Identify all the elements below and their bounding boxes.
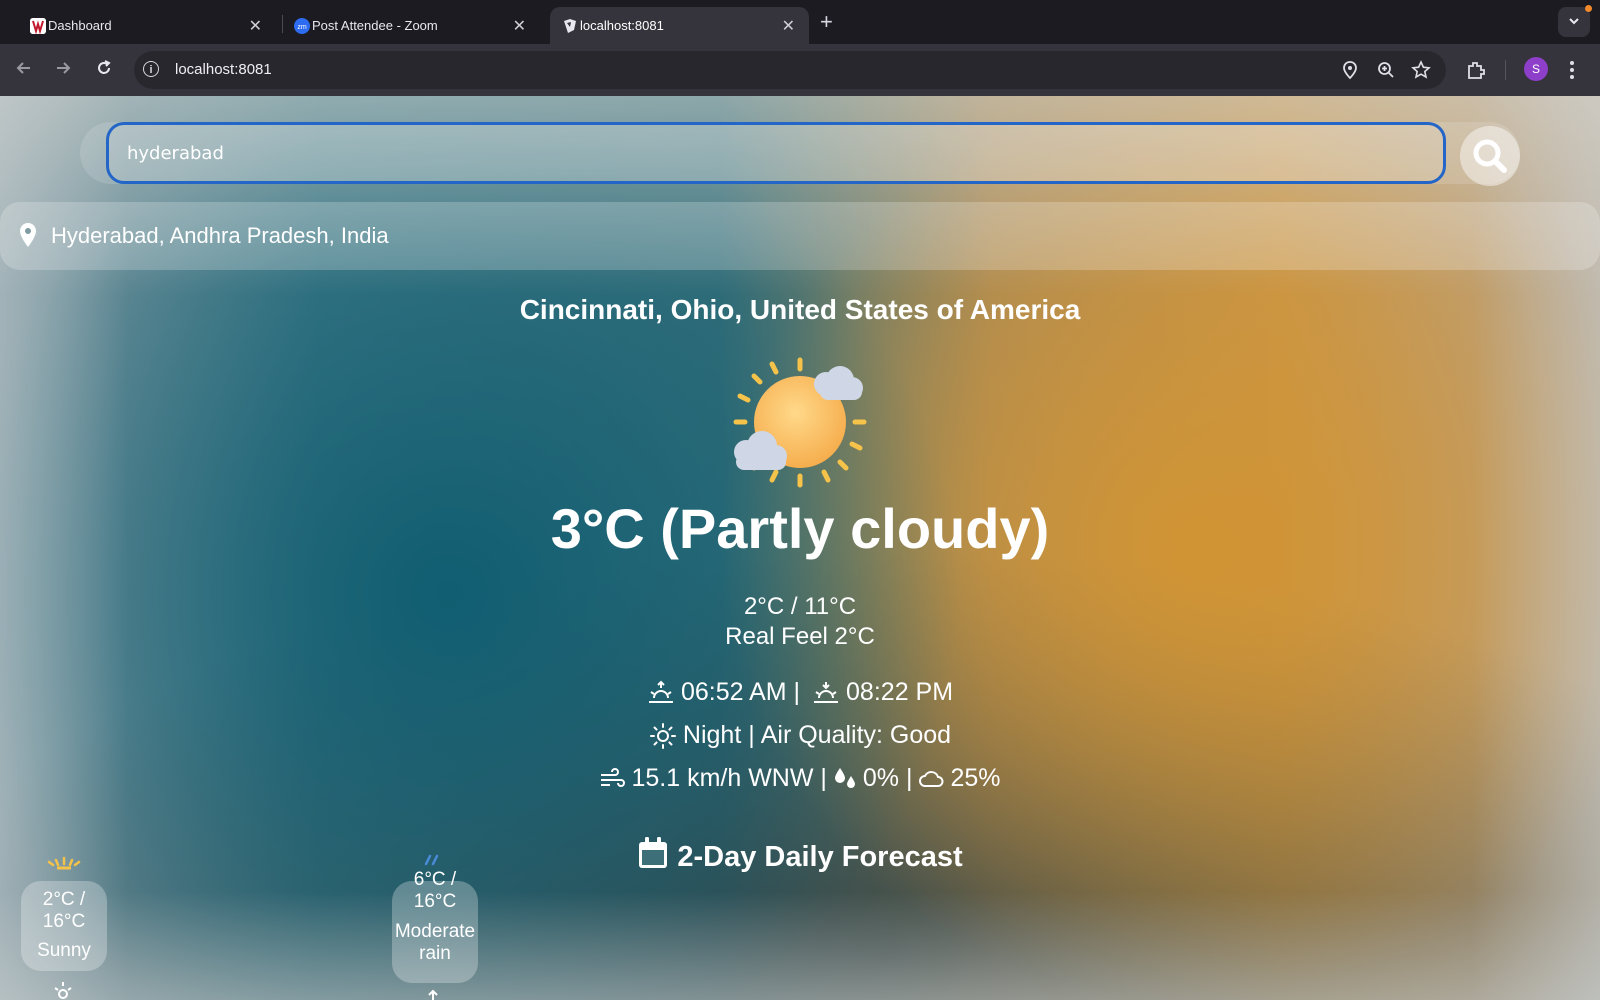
tab-zoom[interactable]: zm Post Attendee - Zoom ✕ [282, 7, 540, 44]
real-feel: Real Feel 2°C [725, 623, 875, 650]
tab-title: localhost:8081 [580, 18, 664, 33]
map-pin-icon [18, 222, 38, 253]
conditions-row: 15.1 km/h WNW | 0% | 25% [0, 764, 1600, 793]
reload-button[interactable] [94, 58, 114, 84]
city-search-input[interactable] [106, 122, 1446, 184]
forecast-day-card[interactable]: 6°C / 16°C Moderate rain [392, 869, 478, 983]
svg-text:zm: zm [297, 24, 307, 31]
forecast-day-card[interactable]: 2°C / 16°C Sunny [21, 881, 107, 971]
tab-title: Dashboard [48, 18, 112, 33]
search-button[interactable] [1460, 126, 1520, 186]
arrow-left-icon [16, 62, 30, 74]
toolbar-divider [1505, 60, 1506, 80]
weather-app: Hyderabad, Andhra Pradesh, India Cincinn… [0, 96, 1600, 1000]
zoom-icon[interactable] [1376, 60, 1396, 85]
forecast-day-condition: Sunny [37, 940, 91, 961]
forward-button[interactable] [53, 58, 73, 84]
droplets-icon [833, 766, 857, 792]
browser-tab-bar: Dashboard ✕ zm Post Attendee - Zoom ✕ lo… [0, 0, 1600, 44]
status-row: Night | Air Quality: Good [0, 721, 1600, 750]
sunset-time: 08:22 PM [846, 678, 954, 706]
tab-dashboard[interactable]: Dashboard ✕ [18, 7, 276, 44]
calendar-icon [637, 836, 669, 878]
profile-avatar[interactable]: S [1524, 57, 1548, 81]
sun-times-row: 06:52 AM | 08:22 PM [0, 678, 1600, 707]
partly-cloudy-icon [730, 354, 870, 495]
close-tab-icon[interactable]: ✕ [249, 16, 262, 36]
chevron-down-icon [1567, 14, 1581, 31]
sun-icon [52, 980, 74, 1000]
new-tab-button[interactable]: + [820, 9, 833, 35]
notification-dot [1585, 5, 1592, 12]
precipitation: 0% | [862, 764, 913, 792]
search-suggestion[interactable]: Hyderabad, Andhra Pradesh, India [0, 202, 1600, 270]
university-logo-icon [30, 18, 46, 35]
bookmark-star-icon[interactable] [1411, 60, 1431, 85]
day-night-label: Night | [682, 721, 755, 749]
close-tab-icon[interactable]: ✕ [782, 16, 795, 36]
app-icon [562, 18, 578, 34]
arrow-right-icon [57, 62, 71, 74]
back-button[interactable] [14, 58, 34, 84]
wind-speed: 15.1 km/h WNW | [631, 764, 827, 792]
sunrise-icon [647, 680, 675, 706]
tab-localhost[interactable]: localhost:8081 ✕ [550, 7, 809, 44]
cloud-cover: 25% [950, 764, 1001, 792]
tab-search-button[interactable] [1558, 5, 1592, 37]
forecast-day-condition: Moderate rain [394, 921, 476, 964]
site-info-icon[interactable]: i [143, 61, 159, 77]
sunrise-time: 06:52 AM | [680, 678, 801, 706]
temperature-range: 2°C / 11°C [743, 593, 857, 620]
forecast-day-range: 6°C / 16°C [413, 869, 457, 912]
forecast-heading: 2-Day Daily Forecast [0, 836, 1600, 878]
browser-menu-icon[interactable] [1568, 59, 1576, 86]
address-bar[interactable]: i localhost:8081 [134, 51, 1446, 89]
search-icon [1473, 139, 1507, 173]
sun-icon [46, 856, 82, 875]
sun-icon [649, 722, 677, 750]
location-title: Cincinnati, Ohio, United States of Ameri… [519, 294, 1081, 325]
forecast-day-range: 2°C / 16°C [42, 889, 86, 932]
url-text: localhost:8081 [175, 61, 272, 78]
arrow-up-icon [426, 988, 440, 1000]
extensions-icon[interactable] [1465, 59, 1487, 86]
location-icon[interactable] [1340, 60, 1360, 85]
cloud-icon [918, 768, 944, 790]
forecast-title: 2-Day Daily Forecast [677, 840, 963, 873]
air-quality-label: Air Quality: Good [760, 721, 952, 749]
suggestion-label: Hyderabad, Andhra Pradesh, India [51, 223, 389, 248]
tab-title: Post Attendee - Zoom [312, 18, 438, 33]
wind-icon [599, 767, 626, 791]
zoom-icon: zm [294, 18, 310, 34]
current-temperature: 3°C (Partly cloudy) [550, 497, 1050, 560]
sunset-icon [812, 680, 840, 706]
browser-toolbar: i localhost:8081 S [0, 44, 1600, 96]
close-tab-icon[interactable]: ✕ [513, 16, 526, 36]
reload-icon [98, 60, 111, 74]
